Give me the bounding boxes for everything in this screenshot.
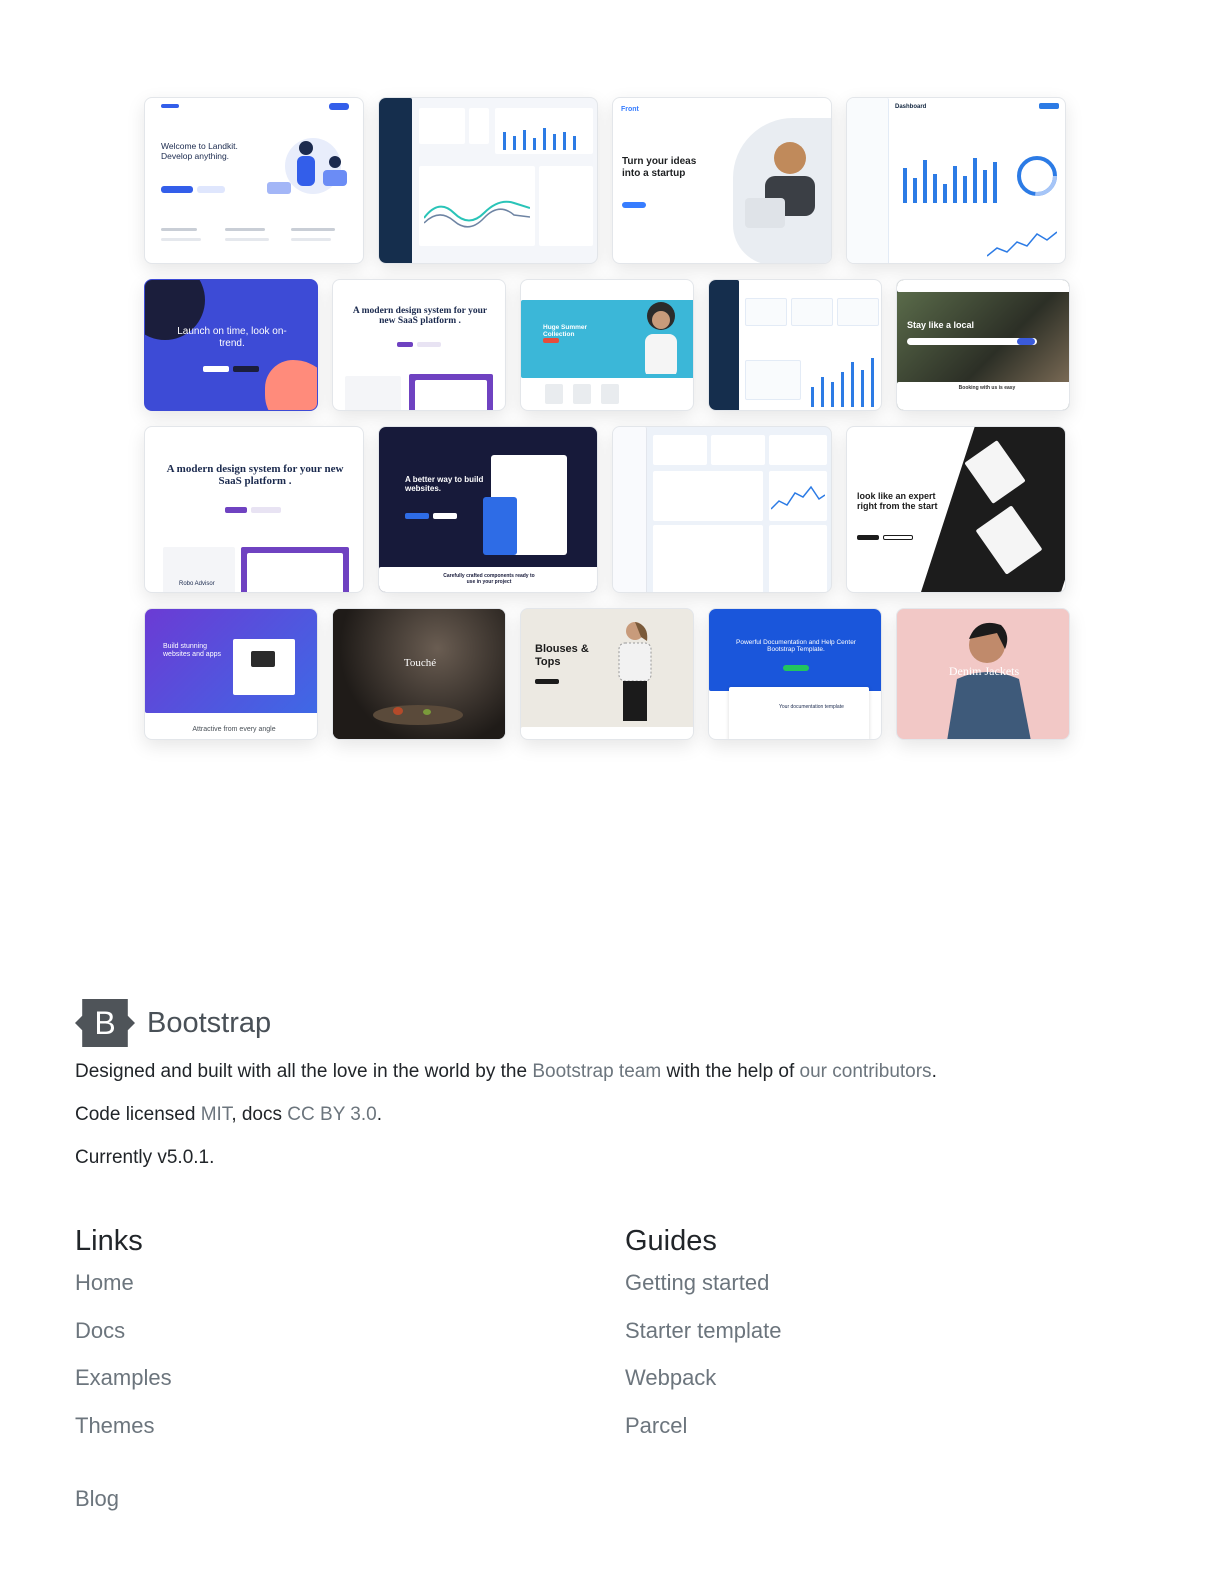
theme-headline: A modern design system for your new SaaS… [352, 306, 488, 327]
theme-sub: Attractive from every angle [192, 726, 276, 733]
theme-card-agency[interactable]: look like an expert right from the start [846, 426, 1066, 593]
footer-links-column: Links Home Docs Examples Themes [75, 1224, 172, 1460]
theme-card-touche[interactable]: Touché [332, 608, 506, 740]
themes-row-1: Welcome to Landkit. Develop anything. Fr… [144, 97, 1070, 264]
theme-headline: look like an expert right from the start [857, 491, 938, 512]
theme-card-denim[interactable]: Denim Jackets [896, 608, 1070, 740]
footer-license: Code licensed MIT, docs CC BY 3.0. [75, 1103, 382, 1127]
theme-headline: Powerful Documentation and Help Center B… [736, 639, 856, 654]
theme-headline: Denim Jackets [948, 664, 1020, 678]
footer-version: Currently v5.0.1. [75, 1147, 215, 1168]
theme-headline: A better way to build websites. [405, 475, 484, 494]
footer-link-starter-template[interactable]: Starter template [625, 1318, 782, 1344]
footer-link-examples[interactable]: Examples [75, 1365, 172, 1391]
links-heading: Links [75, 1225, 143, 1257]
bar-chart-icon [903, 158, 997, 203]
themes-row-4: Build stunning websites and apps Attract… [144, 608, 1070, 740]
site-footer: B Bootstrap Designed and built with all … [75, 998, 1155, 1511]
theme-headline: Dashboard [895, 104, 927, 110]
footer-guides-column: Guides Getting started Starter template … [625, 1224, 782, 1460]
theme-card-quick[interactable]: A better way to build websites. Carefull… [378, 426, 598, 593]
theme-sub: Your documentation template [779, 704, 844, 710]
cc-license-link[interactable]: CC BY 3.0 [287, 1104, 376, 1125]
license-text: Code licensed [75, 1104, 201, 1125]
theme-card-landkit-classic[interactable]: A modern design system for your new SaaS… [144, 426, 364, 593]
theme-headline: Touché [403, 657, 437, 669]
themes-row-3: A modern design system for your new SaaS… [144, 426, 1070, 593]
guides-heading: Guides [625, 1225, 717, 1257]
theme-headline: Launch on time, look on-trend. [177, 326, 287, 349]
credits-text: with the help of [661, 1061, 800, 1082]
theme-card-landkit[interactable]: Welcome to Landkit. Develop anything. [144, 97, 364, 264]
line-chart-icon [987, 231, 1057, 257]
theme-card-appstack[interactable]: Build stunning websites and apps Attract… [144, 608, 318, 740]
theme-card-label: Robo Advisor [179, 581, 215, 587]
theme-card-leap[interactable]: Launch on time, look on-trend. [144, 279, 318, 411]
theme-card-front[interactable]: Front Turn your ideas into a startup [612, 97, 832, 264]
theme-card-dashkit[interactable]: Dashboard [846, 97, 1066, 264]
theme-card-landkit-serif[interactable]: A modern design system for your new SaaS… [332, 279, 506, 411]
footer-link-home[interactable]: Home [75, 1270, 172, 1296]
credits-text: . [931, 1061, 937, 1082]
theme-name: Front [621, 106, 639, 113]
theme-card-dashkit-dark[interactable] [378, 97, 598, 264]
footer-link-parcel[interactable]: Parcel [625, 1413, 782, 1439]
themes-collage: Welcome to Landkit. Develop anything. Fr… [144, 97, 1070, 755]
theme-sub: Carefully crafted components ready to us… [443, 573, 535, 585]
theme-headline: Turn your ideas into a startup [622, 156, 697, 179]
theme-headline: Huge Summer Collection [543, 324, 588, 339]
line-chart-icon [771, 485, 825, 510]
line-chart-icon [424, 200, 530, 228]
bootstrap-team-link[interactable]: Bootstrap team [532, 1061, 661, 1082]
bootstrap-logo-icon[interactable]: B [75, 999, 135, 1047]
model-photo-icon [618, 622, 652, 721]
bar-chart-icon [811, 358, 874, 407]
mit-license-link[interactable]: MIT [201, 1104, 232, 1125]
theme-headline: A modern design system for your new SaaS… [166, 463, 344, 488]
theme-headline: Stay like a local [907, 320, 975, 330]
theme-card-shop[interactable]: Huge Summer Collection [520, 279, 694, 411]
themes-row-2: Launch on time, look on-trend. A modern … [144, 279, 1070, 411]
donut-chart-icon [1017, 156, 1057, 196]
contributors-link[interactable]: our contributors [800, 1061, 932, 1082]
theme-card-docs[interactable]: Powerful Documentation and Help Center B… [708, 608, 882, 740]
footer-link-docs[interactable]: Docs [75, 1318, 172, 1344]
theme-card-travel[interactable]: Stay like a local Booking with us is eas… [896, 279, 1070, 411]
bar-chart-icon [503, 128, 576, 150]
license-text: , docs [231, 1104, 288, 1125]
footer-link-webpack[interactable]: Webpack [625, 1365, 782, 1391]
theme-card-dashkit-sidebar[interactable] [708, 279, 882, 411]
theme-card-shopper[interactable]: Blouses & Tops [520, 608, 694, 740]
theme-headline: Welcome to Landkit. Develop anything. [161, 141, 238, 161]
credits-text: Designed and built with all the love in … [75, 1061, 533, 1082]
footer-link-themes[interactable]: Themes [75, 1413, 172, 1439]
photo-icon [745, 142, 815, 228]
brand-name[interactable]: Bootstrap [147, 1007, 271, 1040]
footer-credits: Designed and built with all the love in … [75, 1060, 937, 1084]
footer-brand[interactable]: B Bootstrap [75, 998, 1155, 1048]
footer-link-blog[interactable]: Blog [75, 1486, 119, 1512]
theme-sub: Booking with us is easy [958, 385, 1016, 391]
theme-headline: Build stunning websites and apps [163, 643, 221, 659]
license-text: . [376, 1104, 382, 1125]
theme-headline: Blouses & Tops [535, 643, 589, 668]
theme-card-falcon[interactable] [612, 426, 832, 593]
model-photo-icon [645, 302, 677, 374]
footer-link-getting-started[interactable]: Getting started [625, 1270, 782, 1296]
illustration-icon [267, 138, 347, 194]
